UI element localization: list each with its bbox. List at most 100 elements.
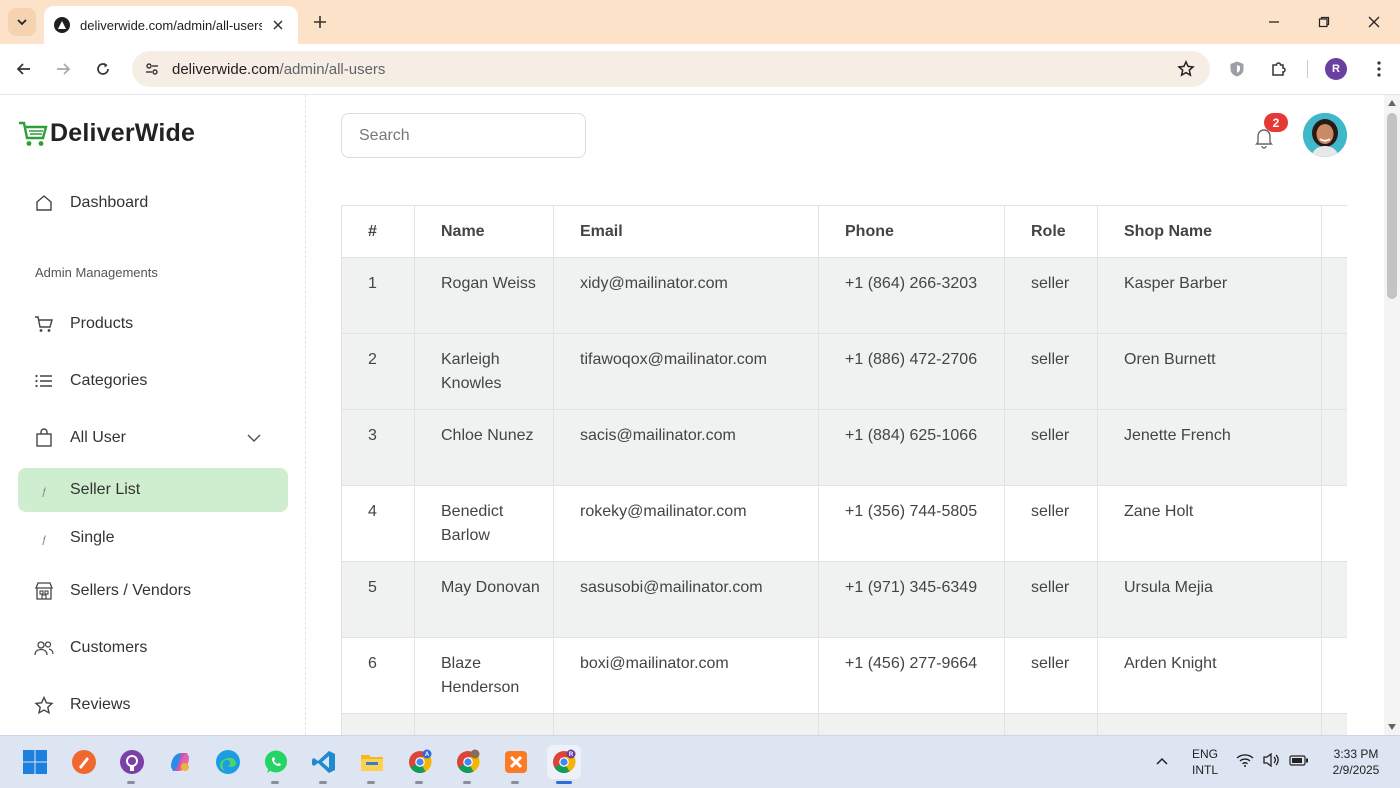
- github-icon: [120, 750, 144, 774]
- taskbar-app-xampp[interactable]: [499, 745, 533, 784]
- language-indicator[interactable]: ENG INTL: [1186, 746, 1224, 778]
- taskbar-app-vscode[interactable]: [307, 745, 341, 784]
- cell-email: boxi@mailinator.com: [553, 637, 819, 714]
- shopping-cart-logo-icon: [19, 121, 48, 146]
- taskbar-app-file-explorer[interactable]: [355, 745, 389, 784]
- taskbar-app-edge[interactable]: [211, 745, 245, 779]
- brand-logo[interactable]: DeliverWide: [18, 119, 195, 148]
- users-table-container: # Name Email Phone Role Shop Name 1 Roga…: [341, 205, 1347, 735]
- forward-button[interactable]: [50, 56, 76, 82]
- sidebar-item-seller-list[interactable]: . / Seller List: [18, 468, 288, 512]
- volume-icon[interactable]: [1262, 752, 1280, 768]
- browser-tab-active[interactable]: deliverwide.com/admin/all-users: [44, 6, 298, 44]
- close-window-button[interactable]: [1360, 8, 1388, 36]
- page-viewport: DeliverWide Dashboard Admin Managements …: [0, 95, 1384, 735]
- taskbar-app-copilot[interactable]: [163, 745, 197, 779]
- column-header-number[interactable]: #: [341, 205, 415, 258]
- sidebar-section-label: Admin Managements: [35, 265, 158, 280]
- extensions-button[interactable]: [1267, 57, 1291, 81]
- brand-name: DeliverWide: [50, 119, 196, 147]
- taskbar-app-chrome-profile-a[interactable]: A: [403, 745, 437, 784]
- star-icon: [34, 695, 54, 714]
- sidebar-item-categories[interactable]: Categories: [18, 359, 288, 403]
- cell-phone: [818, 713, 1005, 735]
- cell-email: sasusobi@mailinator.com: [553, 561, 819, 638]
- sidebar-item-single[interactable]: . / Single: [18, 516, 288, 560]
- cell-extra: [1321, 257, 1347, 334]
- cell-email: tifawoqox@mailinator.com: [553, 333, 819, 410]
- sidebar-item-all-user[interactable]: All User: [18, 416, 288, 460]
- back-button[interactable]: [11, 56, 37, 82]
- chrome-icon: [457, 749, 480, 773]
- clock[interactable]: 3:33 PM 2/9/2025: [1318, 746, 1394, 778]
- reload-button[interactable]: [90, 56, 116, 82]
- new-tab-button[interactable]: [308, 10, 332, 34]
- sidebar-item-products[interactable]: Products: [18, 302, 288, 346]
- taskbar-app-orange[interactable]: [67, 745, 101, 779]
- column-header-shop-name[interactable]: Shop Name: [1097, 205, 1322, 258]
- sidebar-item-sellers-vendors[interactable]: Sellers / Vendors: [18, 569, 288, 613]
- table-row[interactable]: 5 May Donovan sasusobi@mailinator.com +1…: [341, 561, 1347, 638]
- cell-shop-name: Ursula Mejia: [1097, 561, 1322, 638]
- cell-number: 4: [341, 485, 415, 562]
- list-icon: [35, 374, 52, 388]
- chevron-up-icon[interactable]: [1155, 756, 1169, 766]
- table-row[interactable]: 2 Karleigh Knowles tifawoqox@mailinator.…: [341, 333, 1347, 410]
- wifi-icon[interactable]: [1236, 753, 1254, 767]
- column-header-name[interactable]: Name: [414, 205, 554, 258]
- whatsapp-icon: [265, 750, 287, 773]
- site-settings-icon[interactable]: [142, 59, 162, 79]
- column-header-phone[interactable]: Phone: [818, 205, 1005, 258]
- shield-extension-button[interactable]: [1225, 57, 1249, 81]
- column-header-role[interactable]: Role: [1004, 205, 1098, 258]
- scrollbar-thumb[interactable]: [1387, 113, 1397, 299]
- table-row[interactable]: 1 Rogan Weiss xidy@mailinator.com +1 (86…: [341, 257, 1347, 334]
- folder-icon: [361, 755, 383, 771]
- cell-role: [1004, 713, 1098, 735]
- taskbar-app-whatsapp[interactable]: [259, 745, 293, 784]
- vscode-icon: [312, 751, 335, 773]
- user-avatar[interactable]: [1303, 113, 1347, 157]
- profile-avatar-button[interactable]: R: [1325, 58, 1347, 80]
- page-scrollbar[interactable]: [1384, 95, 1400, 735]
- column-header-email[interactable]: Email: [553, 205, 819, 258]
- scroll-up-arrow-icon[interactable]: [1388, 100, 1396, 106]
- browser-menu-button[interactable]: [1367, 57, 1391, 81]
- sidebar-item-label: Customers: [70, 639, 148, 656]
- table-row[interactable]: 3 Chloe Nunez sacis@mailinator.com +1 (8…: [341, 409, 1347, 486]
- table-row[interactable]: 6 Blaze Henderson boxi@mailinator.com +1…: [341, 637, 1347, 714]
- start-button[interactable]: [18, 745, 52, 779]
- chevron-down-icon[interactable]: [246, 430, 262, 446]
- search-input[interactable]: [341, 113, 586, 158]
- taskbar-app-chrome-profile-r[interactable]: R: [547, 745, 581, 784]
- table-row[interactable]: 4 Benedict Barlow rokeky@mailinator.com …: [341, 485, 1347, 562]
- sidebar-item-label: Dashboard: [70, 194, 149, 211]
- tab-search-button[interactable]: [8, 8, 36, 36]
- taskbar-app-chrome-profile-b[interactable]: [451, 745, 485, 784]
- column-header-extra: [1321, 205, 1347, 258]
- sidebar-item-reviews[interactable]: Reviews: [18, 683, 288, 727]
- bookmark-star-button[interactable]: [1176, 59, 1196, 79]
- sidebar-item-label: Single: [70, 529, 115, 546]
- cell-shop-name: Zane Holt: [1097, 485, 1322, 562]
- cell-phone: +1 (456) 277-9664: [818, 637, 1005, 714]
- bag-icon: [36, 428, 52, 447]
- tab-close-button[interactable]: [268, 15, 288, 35]
- battery-icon[interactable]: [1289, 755, 1309, 766]
- cell-name: Rogan Weiss: [414, 257, 554, 334]
- edge-icon: [216, 750, 240, 774]
- chrome-icon: R: [553, 749, 576, 773]
- taskbar-app-github[interactable]: [115, 745, 149, 784]
- sidebar-item-label: Products: [70, 315, 134, 332]
- scroll-down-arrow-icon[interactable]: [1388, 724, 1396, 730]
- restore-button[interactable]: [1310, 8, 1338, 36]
- cell-role: seller: [1004, 333, 1098, 410]
- minimize-button[interactable]: [1260, 8, 1288, 36]
- address-bar[interactable]: deliverwide.com/admin/all-users: [132, 51, 1210, 87]
- table-row[interactable]: [341, 713, 1347, 735]
- store-icon: [35, 582, 53, 600]
- main-content: 2 # Name Email Phone: [306, 95, 1384, 735]
- sidebar-item-dashboard[interactable]: Dashboard: [18, 181, 288, 225]
- sidebar-item-customers[interactable]: Customers: [18, 626, 288, 670]
- toolbar-divider: [1307, 60, 1308, 78]
